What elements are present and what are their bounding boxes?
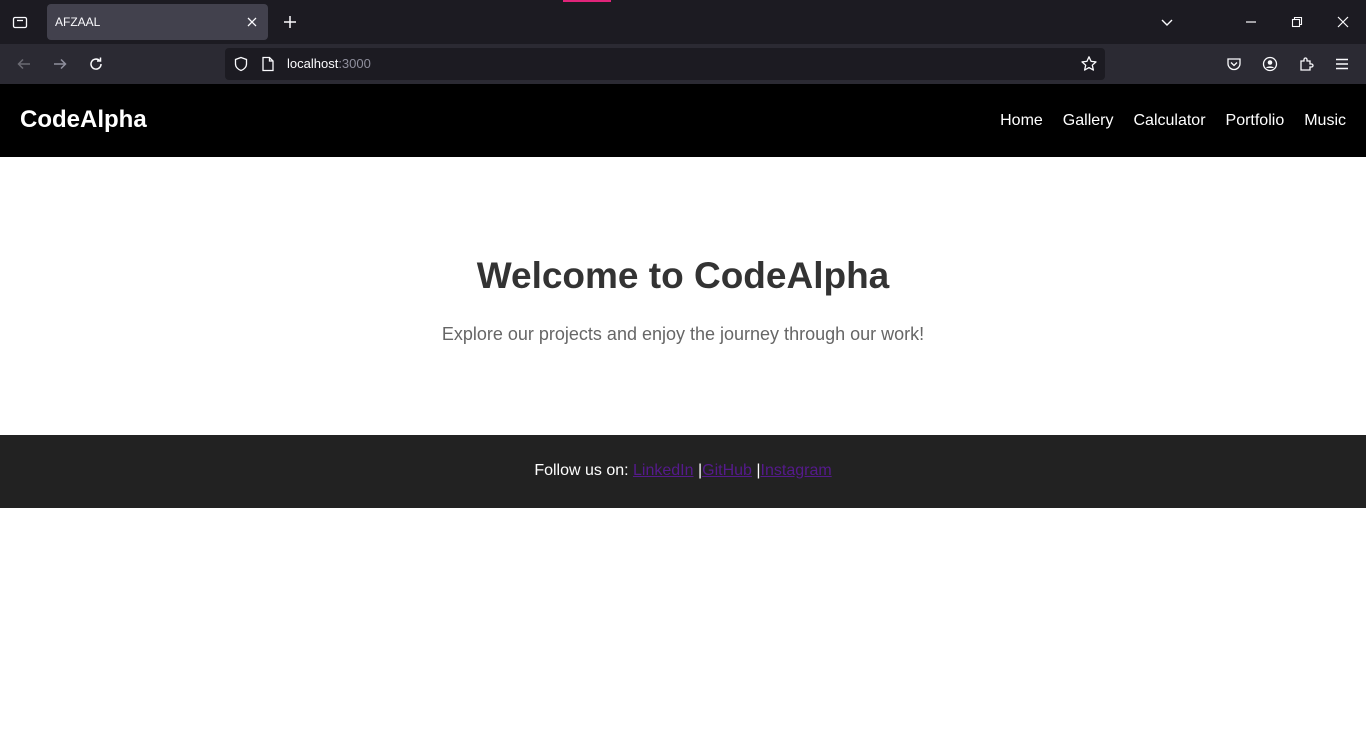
hero-section: Welcome to CodeAlpha Explore our project… (0, 157, 1366, 435)
browser-tab-bar: AFZAAL (0, 0, 1366, 44)
site-logo[interactable]: CodeAlpha (20, 106, 147, 134)
restore-icon[interactable] (1285, 10, 1309, 34)
page-icon (261, 56, 275, 77)
nav-link-gallery[interactable]: Gallery (1063, 112, 1114, 130)
footer-link-instagram[interactable]: Instagram (761, 462, 832, 479)
tab-accent-bar (563, 0, 611, 2)
nav-link-home[interactable]: Home (1000, 112, 1043, 130)
url-port: :3000 (338, 56, 371, 71)
hero-title: Welcome to CodeAlpha (476, 255, 890, 296)
browser-toolbar: localhost:3000 (0, 44, 1366, 84)
minimize-icon[interactable] (1239, 10, 1263, 34)
nav-link-calculator[interactable]: Calculator (1133, 112, 1205, 130)
url-bar[interactable]: localhost:3000 (225, 48, 1105, 80)
forward-icon[interactable] (48, 52, 72, 76)
pocket-icon[interactable] (1222, 52, 1246, 76)
active-tab[interactable]: AFZAAL (47, 4, 268, 40)
footer-social-line: Follow us on: LinkedIn |GitHub |Instagra… (0, 462, 1366, 480)
footer-link-linkedin[interactable]: LinkedIn (633, 462, 694, 479)
star-icon[interactable] (1080, 55, 1098, 78)
window-close-icon[interactable] (1331, 10, 1355, 34)
close-icon[interactable] (244, 14, 260, 30)
account-icon[interactable] (1258, 52, 1282, 76)
site-footer: Follow us on: LinkedIn |GitHub |Instagra… (0, 435, 1366, 508)
site-nav: Home Gallery Calculator Portfolio Music (1000, 112, 1346, 130)
nav-link-music[interactable]: Music (1304, 112, 1346, 130)
tab-list-icon[interactable] (8, 10, 32, 34)
plus-icon[interactable] (278, 10, 302, 34)
extensions-icon[interactable] (1294, 52, 1318, 76)
shield-icon[interactable] (233, 56, 249, 77)
reload-icon[interactable] (84, 52, 108, 76)
url-text[interactable]: localhost:3000 (287, 56, 371, 71)
tab-title: AFZAAL (55, 15, 101, 29)
site-header: CodeAlpha Home Gallery Calculator Portfo… (0, 84, 1366, 157)
hero-subtitle: Explore our projects and enjoy the journ… (441, 324, 925, 344)
chevron-down-icon[interactable] (1155, 10, 1179, 34)
nav-link-portfolio[interactable]: Portfolio (1226, 112, 1285, 130)
back-icon[interactable] (12, 52, 36, 76)
url-host: localhost (287, 56, 339, 71)
footer-prefix: Follow us on: (534, 462, 634, 479)
footer-link-github[interactable]: GitHub (702, 462, 752, 479)
menu-icon[interactable] (1330, 52, 1354, 76)
